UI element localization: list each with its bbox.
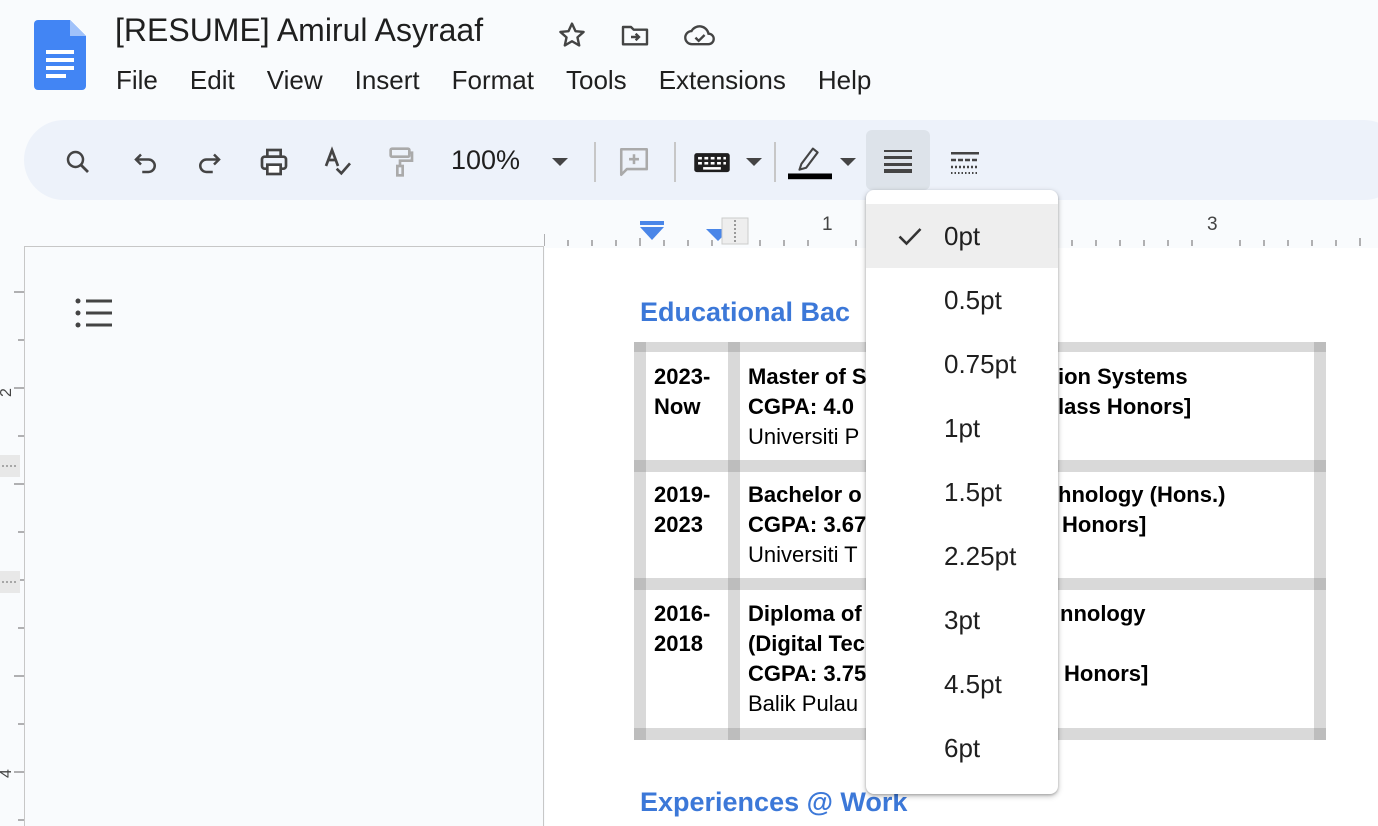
search-icon[interactable] [56, 140, 100, 184]
border-width-option-4-5pt[interactable]: 4.5pt [866, 652, 1058, 716]
star-icon[interactable] [555, 18, 589, 52]
vertical-ruler: 2 4 [0, 246, 24, 826]
border-dash-icon[interactable] [943, 140, 987, 184]
outline-panel [24, 246, 544, 826]
option-label: 1pt [944, 412, 981, 443]
border-width-icon[interactable] [866, 130, 930, 190]
vertical-ruler-label: 2 [0, 383, 16, 397]
table-cell-degree: ion Systems [1058, 364, 1188, 389]
table-cell-year: 2018 [654, 631, 703, 656]
toolbar-divider [674, 142, 676, 182]
border-width-option-1-5pt[interactable]: 1.5pt [866, 460, 1058, 524]
option-label: 0.75pt [944, 348, 1017, 379]
ruler-label: 1 [822, 214, 833, 235]
option-label: 0pt [944, 220, 981, 251]
vertical-ruler-label: 4 [0, 764, 16, 778]
input-tools-icon[interactable] [690, 140, 734, 184]
option-label: 4.5pt [944, 668, 1002, 699]
menu-format[interactable]: Format [436, 62, 550, 99]
menu-help[interactable]: Help [802, 62, 887, 99]
zoom-select[interactable]: 100% [451, 145, 520, 176]
section-heading-education: Educational Bac [640, 297, 851, 327]
menu-tools[interactable]: Tools [550, 62, 643, 99]
table-cell-year: 2023- [654, 364, 711, 389]
menu-edit[interactable]: Edit [174, 62, 251, 99]
table-cell-degree: (Digital Tec [748, 631, 865, 656]
option-label: 2.25pt [944, 540, 1017, 571]
table-cell-year: 2019- [654, 482, 711, 507]
option-label: 1.5pt [944, 476, 1002, 507]
menu-bar: File Edit View Insert Format Tools Exten… [100, 62, 887, 99]
table-cell-year: 2023 [654, 512, 703, 537]
table-cell-cgpa: CGPA: 3.67 [748, 512, 867, 537]
document-title[interactable]: [RESUME] Amirul Asyraaf [115, 12, 483, 49]
menu-insert[interactable]: Insert [339, 62, 436, 99]
table-cell-cgpa: lass Honors] [1058, 394, 1192, 419]
border-width-option-0-5pt[interactable]: 0.5pt [866, 268, 1058, 332]
option-label: 6pt [944, 732, 981, 763]
table-cell-degree: Diploma of [748, 601, 862, 626]
border-width-option-1pt[interactable]: 1pt [866, 396, 1058, 460]
undo-icon[interactable] [124, 140, 168, 184]
table-cell-cgpa: CGPA: 4.0 [748, 394, 854, 419]
redo-icon[interactable] [187, 140, 231, 184]
border-width-option-0-75pt[interactable]: 0.75pt [866, 332, 1058, 396]
chevron-down-icon[interactable] [826, 140, 870, 184]
move-to-folder-icon[interactable] [618, 18, 652, 52]
table-cell-institution: Universiti T [748, 542, 858, 567]
cloud-saved-icon[interactable] [683, 18, 717, 52]
docs-logo-icon[interactable] [34, 20, 86, 90]
border-width-option-6pt[interactable]: 6pt [866, 716, 1058, 780]
table-cell-year: 2016- [654, 601, 711, 626]
table-cell-cgpa: Honors] [1062, 512, 1147, 537]
ruler-label: 3 [1207, 214, 1218, 235]
chevron-down-icon[interactable] [732, 140, 776, 184]
border-width-option-3pt[interactable]: 3pt [866, 588, 1058, 652]
paint-format-icon[interactable] [378, 140, 422, 184]
border-width-option-2-25pt[interactable]: 2.25pt [866, 524, 1058, 588]
google-docs-window: [RESUME] Amirul Asyraaf File Edit View I… [0, 0, 1378, 826]
table-cell-degree: Bachelor o [748, 482, 862, 507]
option-label: 3pt [944, 604, 981, 635]
border-width-option-0pt[interactable]: 0pt [866, 204, 1058, 268]
border-width-menu: 0pt 0.5pt 0.75pt 1pt 1.5pt 2.25pt 3pt 4.… [866, 190, 1058, 794]
table-cell-institution: Universiti P [748, 424, 860, 449]
table-cell-year: Now [654, 394, 701, 419]
add-comment-icon[interactable] [612, 140, 656, 184]
menu-file[interactable]: File [100, 62, 174, 99]
table-cell-degree: hnology (Hons.) [1058, 482, 1226, 507]
option-label: 0.5pt [944, 284, 1002, 315]
toolbar-divider [774, 142, 776, 182]
check-icon [898, 228, 922, 246]
table-cell-cgpa: Honors] [1064, 661, 1149, 686]
table-cell-cgpa: CGPA: 3.75 [748, 661, 867, 686]
chevron-down-icon[interactable] [538, 140, 582, 184]
toolbar-divider [594, 142, 596, 182]
document-outline-icon[interactable] [74, 296, 114, 332]
spellcheck-icon[interactable] [316, 140, 360, 184]
table-cell-degree: Master of S [748, 364, 867, 389]
table-cell-institution: Balik Pulau [748, 691, 859, 716]
table-cell-degree: nnology [1060, 601, 1146, 626]
print-icon[interactable] [252, 140, 296, 184]
menu-extensions[interactable]: Extensions [643, 62, 802, 99]
menu-view[interactable]: View [251, 62, 339, 99]
